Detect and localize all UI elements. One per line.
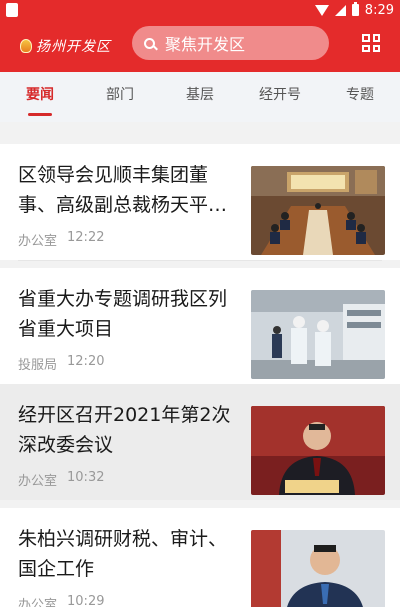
news-time: 12:20	[67, 354, 105, 369]
news-meta: 投服局 12:20	[18, 354, 104, 373]
search-bar[interactable]: 聚焦开发区	[132, 26, 329, 60]
wifi-icon	[314, 4, 329, 16]
news-source: 办公室	[18, 474, 58, 489]
status-time: 8:29	[364, 2, 394, 18]
tab-grassroots[interactable]: 基层	[160, 72, 240, 122]
news-title: 经开区召开2021年第2次深改委会议	[18, 404, 231, 456]
news-feed: 区领导会见顺丰集团董事、高级副总裁杨天平… 办公室 12:22 省重大办专题调研…	[0, 132, 400, 607]
news-title: 省重大办专题调研我区列省重大项目	[18, 288, 228, 340]
news-card[interactable]: 省重大办专题调研我区列省重大项目 投服局 12:20	[0, 268, 400, 384]
news-meta: 办公室 12:22	[18, 230, 104, 249]
category-tabs: 要闻 部门 基层 经开号 专题	[0, 72, 400, 122]
tab-label: 专题	[346, 87, 374, 103]
news-thumbnail	[251, 406, 385, 495]
emblem-icon	[20, 39, 32, 53]
news-time: 10:32	[67, 470, 105, 485]
news-source: 办公室	[18, 234, 58, 249]
tab-label: 要闻	[26, 87, 54, 103]
battery-icon	[351, 2, 359, 16]
notification-icon	[6, 3, 18, 17]
signal-icon	[334, 4, 346, 16]
news-card[interactable]: 区领导会见顺丰集团董事、高级副总裁杨天平… 办公室 12:22	[0, 144, 400, 260]
tab-label: 部门	[106, 87, 134, 103]
active-tab-indicator	[28, 113, 52, 116]
tab-departments[interactable]: 部门	[80, 72, 160, 122]
search-icon	[144, 37, 155, 49]
news-source: 投服局	[18, 358, 58, 373]
tab-label: 基层	[186, 87, 214, 103]
search-placeholder: 聚焦开发区	[165, 35, 246, 54]
status-bar: 8:29	[0, 0, 400, 20]
news-time: 10:29	[67, 594, 105, 607]
news-thumbnail	[251, 530, 385, 607]
status-indicators: 8:29	[314, 2, 394, 18]
news-title: 朱柏兴调研财税、审计、国企工作	[18, 528, 228, 580]
news-source: 办公室	[18, 598, 58, 607]
logo-text: 扬州开发区	[36, 39, 111, 55]
news-meta: 办公室 10:29	[18, 594, 104, 607]
news-thumbnail	[251, 166, 385, 255]
app-logo: 扬州开发区	[20, 36, 111, 56]
app-header: 扬州开发区 聚焦开发区	[0, 20, 400, 72]
qr-code-icon[interactable]	[362, 34, 380, 52]
tab-headlines[interactable]: 要闻	[0, 72, 80, 122]
news-card[interactable]: 经开区召开2021年第2次深改委会议 办公室 10:32	[0, 384, 400, 500]
tab-zone-accounts[interactable]: 经开号	[240, 72, 320, 122]
news-thumbnail	[251, 290, 385, 379]
tab-topics[interactable]: 专题	[320, 72, 400, 122]
news-meta: 办公室 10:32	[18, 470, 104, 489]
divider	[18, 260, 382, 261]
news-card[interactable]: 朱柏兴调研财税、审计、国企工作 办公室 10:29	[0, 508, 400, 607]
news-title: 区领导会见顺丰集团董事、高级副总裁杨天平…	[18, 164, 228, 216]
tab-label: 经开号	[259, 87, 301, 103]
news-time: 12:22	[67, 230, 105, 245]
